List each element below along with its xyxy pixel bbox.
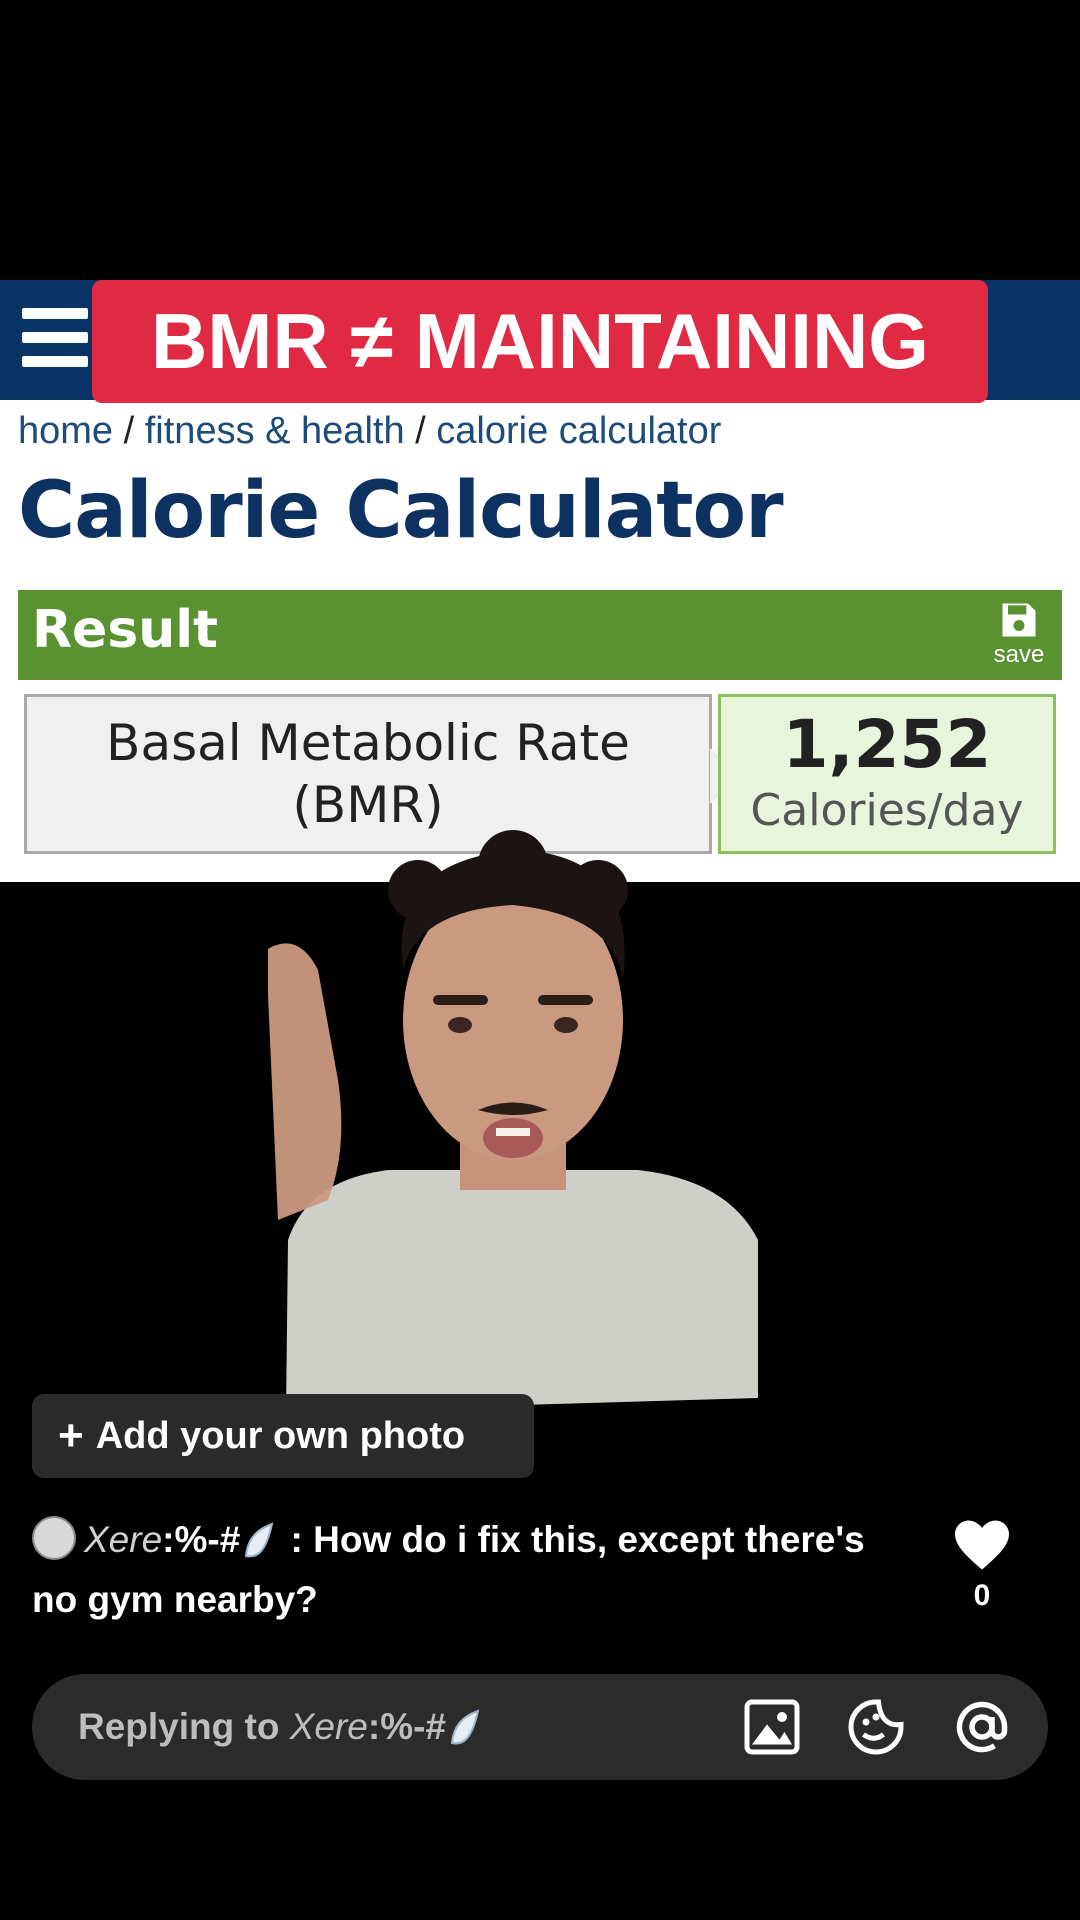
- bmr-unit: Calories/day: [750, 785, 1024, 836]
- breadcrumb-fitness-health[interactable]: fitness & health: [145, 410, 405, 452]
- like-count: 0: [973, 1579, 991, 1612]
- breadcrumb-calorie-calculator[interactable]: calorie calculator: [436, 410, 721, 452]
- reply-username: Xere: [289, 1706, 368, 1747]
- heart-icon: [955, 1520, 1009, 1570]
- image-icon[interactable]: [742, 1697, 802, 1757]
- comment-separator: :: [280, 1519, 314, 1560]
- video-title-overlay: BMR ≠ MAINTAINING: [92, 280, 988, 403]
- breadcrumb-separator: /: [415, 410, 437, 452]
- avatar[interactable]: [32, 1516, 76, 1561]
- creator-video-cutout: [268, 830, 758, 1412]
- bmr-value: 1,252: [782, 706, 992, 783]
- add-own-photo-button[interactable]: + Add your own photo: [32, 1394, 534, 1478]
- result-header: Result save: [18, 590, 1062, 680]
- reply-placeholder: Replying to Xere:%-#: [78, 1674, 486, 1780]
- breadcrumb: home / fitness & health / calorie calcul…: [18, 404, 721, 458]
- bmr-label-line1: Basal Metabolic Rate: [106, 714, 630, 772]
- wing-icon: [450, 1709, 480, 1745]
- menu-icon[interactable]: [22, 304, 88, 370]
- bmr-value-box: 1,252 Calories/day: [718, 694, 1056, 854]
- reply-input[interactable]: Replying to Xere:%-#: [32, 1674, 1048, 1780]
- save-label: save: [993, 641, 1045, 668]
- add-photo-label: Add your own photo: [95, 1414, 466, 1457]
- breadcrumb-separator: /: [123, 410, 145, 452]
- save-button[interactable]: save: [988, 598, 1050, 672]
- mention-icon[interactable]: [952, 1697, 1012, 1757]
- reply-prefix: Replying to: [78, 1706, 290, 1747]
- reply-username-suffix: :%-#: [367, 1706, 447, 1747]
- sticker-icon[interactable]: [846, 1697, 906, 1757]
- floppy-disk-icon: [1002, 603, 1036, 637]
- result-label: Result: [32, 600, 218, 660]
- breadcrumb-home[interactable]: home: [18, 410, 113, 452]
- plus-icon: +: [58, 1411, 84, 1460]
- like-button[interactable]: 0: [952, 1518, 1012, 1613]
- website-screenshot: BMR ≠ MAINTAINING home / fitness & healt…: [0, 280, 1080, 882]
- wing-icon: [245, 1522, 274, 1558]
- comment-username[interactable]: Xere: [84, 1519, 162, 1560]
- comment-username-suffix: :%-#: [162, 1519, 241, 1560]
- page-title: Calorie Calculator: [18, 466, 784, 556]
- comment: Xere:%-# : How do i fix this, except the…: [32, 1510, 912, 1630]
